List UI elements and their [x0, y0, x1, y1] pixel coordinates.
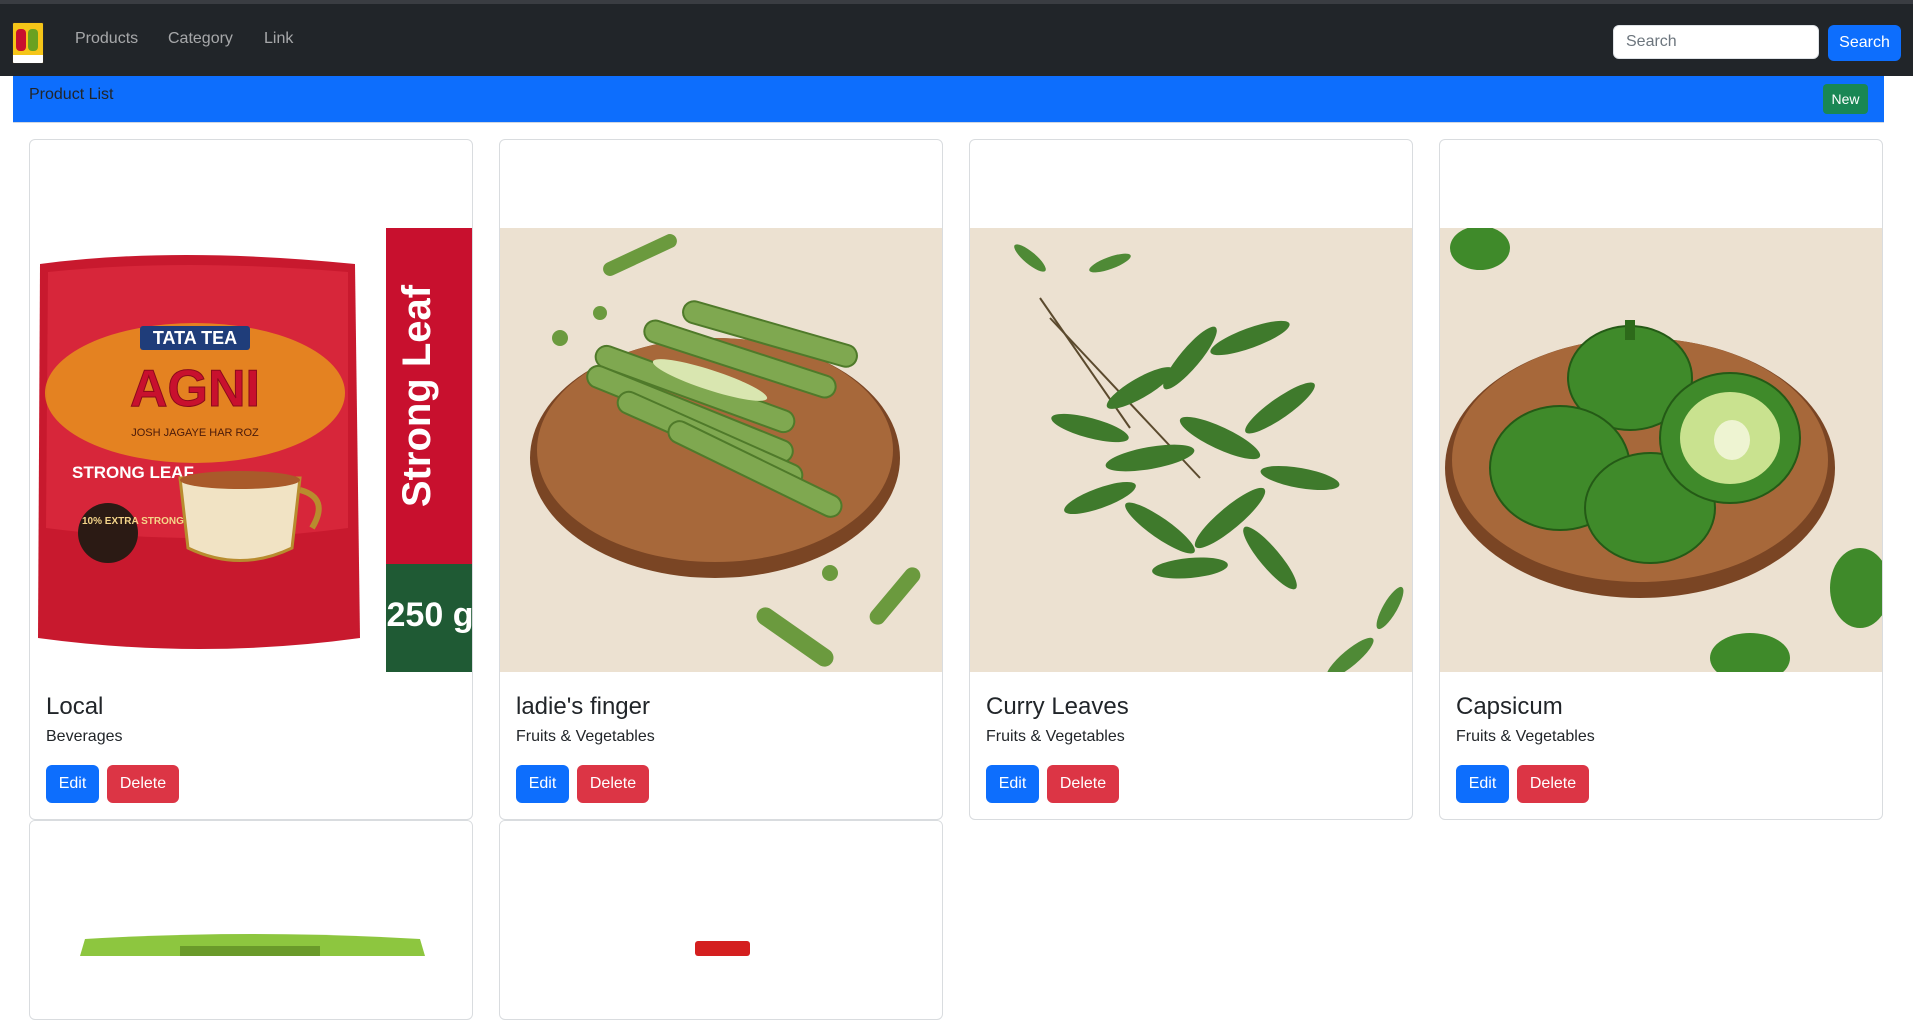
package-product-text: AGNI [130, 360, 260, 418]
product-category: Fruits & Vegetables [986, 728, 1125, 745]
product-image: TATA TEA AGNI JOSH JAGAYE HAR ROZ STRONG… [30, 228, 473, 672]
product-list-title: Product List [29, 86, 114, 103]
edit-button[interactable]: Edit [1456, 765, 1509, 803]
product-card [29, 820, 473, 1020]
edit-button[interactable]: Edit [46, 765, 99, 803]
search-input[interactable] [1613, 25, 1819, 59]
brand-logo[interactable] [12, 22, 44, 64]
package-tagline-text: JOSH JAGAYE HAR ROZ [131, 427, 259, 439]
delete-button[interactable]: Delete [577, 765, 649, 803]
product-card [499, 820, 943, 1020]
product-category: Fruits & Vegetables [516, 728, 655, 745]
package-weight-text: 250 g [387, 596, 473, 634]
product-card: TATA TEA AGNI JOSH JAGAYE HAR ROZ STRONG… [29, 139, 473, 820]
edit-button[interactable]: Edit [516, 765, 569, 803]
nav-link-link[interactable]: Link [264, 30, 293, 48]
product-name: Capsicum [1456, 693, 1563, 720]
new-product-button[interactable]: New [1823, 84, 1868, 114]
product-name: ladie's finger [516, 693, 650, 720]
nav-link-products[interactable]: Products [75, 30, 138, 48]
package-brand-text: TATA TEA [153, 328, 237, 348]
edit-button[interactable]: Edit [986, 765, 1039, 803]
product-card: ladie's finger Fruits & Vegetables Edit … [499, 139, 943, 820]
delete-button[interactable]: Delete [1517, 765, 1589, 803]
package-side-label: Strong Leaf [395, 284, 439, 507]
product-image [1440, 228, 1882, 672]
product-list-header: Product List New [13, 76, 1884, 123]
nav-link-category[interactable]: Category [168, 30, 233, 48]
navbar: Products Category Link Search [0, 4, 1913, 76]
product-card: Curry Leaves Fruits & Vegetables Edit De… [969, 139, 1413, 820]
package-variant-text: STRONG LEAF [72, 463, 194, 482]
product-name: Curry Leaves [986, 693, 1129, 720]
product-card: Capsicum Fruits & Vegetables Edit Delete [1439, 139, 1883, 820]
product-category: Fruits & Vegetables [1456, 728, 1595, 745]
delete-button[interactable]: Delete [107, 765, 179, 803]
delete-button[interactable]: Delete [1047, 765, 1119, 803]
search-button[interactable]: Search [1828, 25, 1901, 61]
product-category: Beverages [46, 728, 123, 745]
product-image [500, 821, 942, 956]
product-image [30, 821, 472, 956]
product-image [500, 228, 942, 672]
product-image [970, 228, 1412, 672]
product-name: Local [46, 693, 104, 720]
